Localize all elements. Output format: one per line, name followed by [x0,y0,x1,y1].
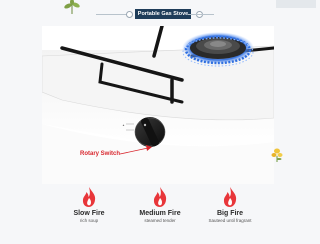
flame-icon [223,187,237,207]
level-slow-fire: Slow Fire rich soup [49,186,129,223]
level-big-fire: Big Fire Sauteed until fragrant [190,186,270,223]
product-detail-page: Portable Gas Stove ▲ Rotary Switch Slow … [0,0,316,244]
section-title: Portable Gas Stove [135,9,191,19]
section-header: Portable Gas Stove [0,0,316,22]
level-name: Slow Fire [73,210,105,217]
level-desc: rich soup [79,218,99,223]
flame-icon [82,187,96,207]
header-dot-left [126,11,133,18]
level-desc: Sauteed until fragrant [208,218,252,223]
level-name: Big Fire [216,210,244,217]
flower-icon [271,148,283,162]
header-divider-right [188,14,214,15]
flame-icon [153,187,167,207]
level-desc: steamed tender [144,218,176,223]
stove-photo: ▲ [42,26,274,184]
svg-text:▲: ▲ [122,123,125,127]
level-name: Medium Fire [139,210,181,217]
rotary-switch-callout: Rotary Switch [80,151,121,157]
herb-icon [64,0,80,14]
header-side-bar [276,0,316,8]
level-medium-fire: Medium Fire steamed tender [120,186,200,223]
fire-levels: Slow Fire rich soup Medium Fire steamed … [0,186,316,244]
